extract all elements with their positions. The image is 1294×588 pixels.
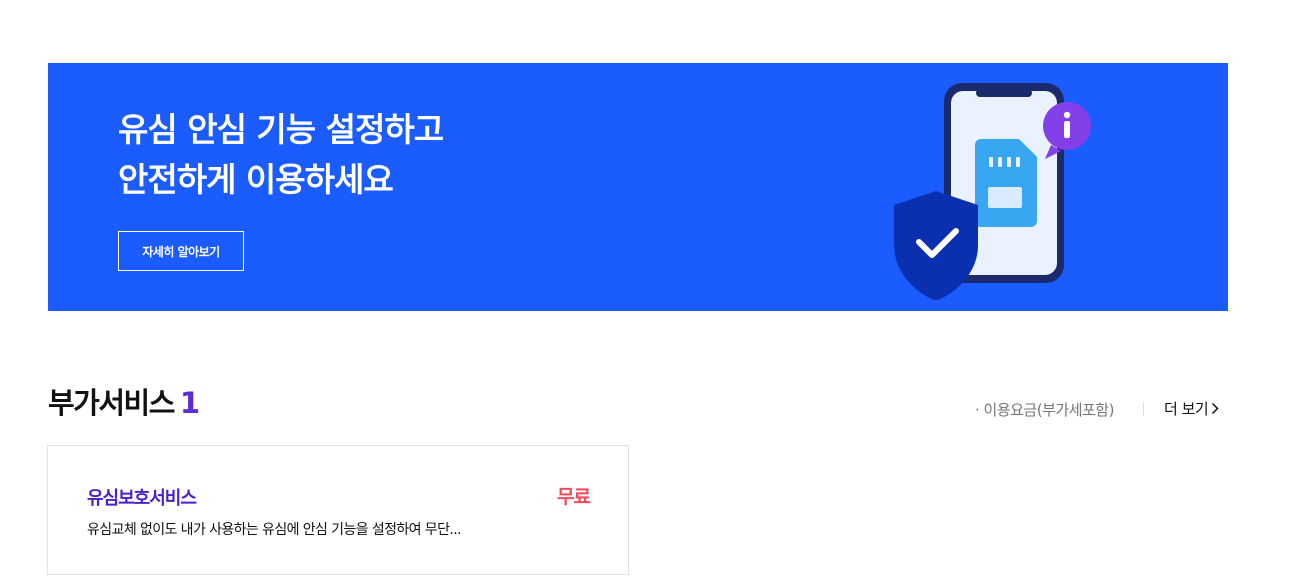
- promo-banner: 유심 안심 기능 설정하고 안전하게 이용하세요 자세히 알아보기: [48, 63, 1228, 311]
- chevron-right-icon: [1212, 402, 1219, 415]
- section-title-text: 부가서비스: [48, 386, 175, 420]
- service-price: 무료: [557, 486, 591, 508]
- banner-title-line2: 안전하게 이용하세요: [118, 160, 394, 199]
- banner-title-line1: 유심 안심 기능 설정하고: [118, 110, 444, 149]
- fee-note: · 이용요금(부가세포함): [975, 401, 1114, 419]
- more-link-label: 더 보기: [1164, 400, 1209, 418]
- service-description: 유심교체 없이도 내가 사용하는 유심에 안심 기능을 설정하여 무단...: [87, 522, 462, 538]
- service-name: 유심보호서비스: [87, 488, 197, 509]
- section-title: 부가서비스 1: [48, 380, 200, 422]
- sim-card-icon: [975, 139, 1037, 227]
- learn-more-button[interactable]: 자세히 알아보기: [118, 231, 244, 271]
- service-card[interactable]: 유심보호서비스 무료 유심교체 없이도 내가 사용하는 유심에 안심 기능을 설…: [47, 445, 629, 575]
- info-icon: [1043, 102, 1091, 159]
- banner-title: 유심 안심 기능 설정하고 안전하게 이용하세요: [118, 105, 444, 205]
- shield-check-icon: [894, 191, 978, 300]
- more-link[interactable]: 더 보기: [1164, 398, 1219, 419]
- sim-security-illustration: [894, 83, 1091, 300]
- service-count: 1: [179, 386, 200, 420]
- divider: [1143, 402, 1144, 416]
